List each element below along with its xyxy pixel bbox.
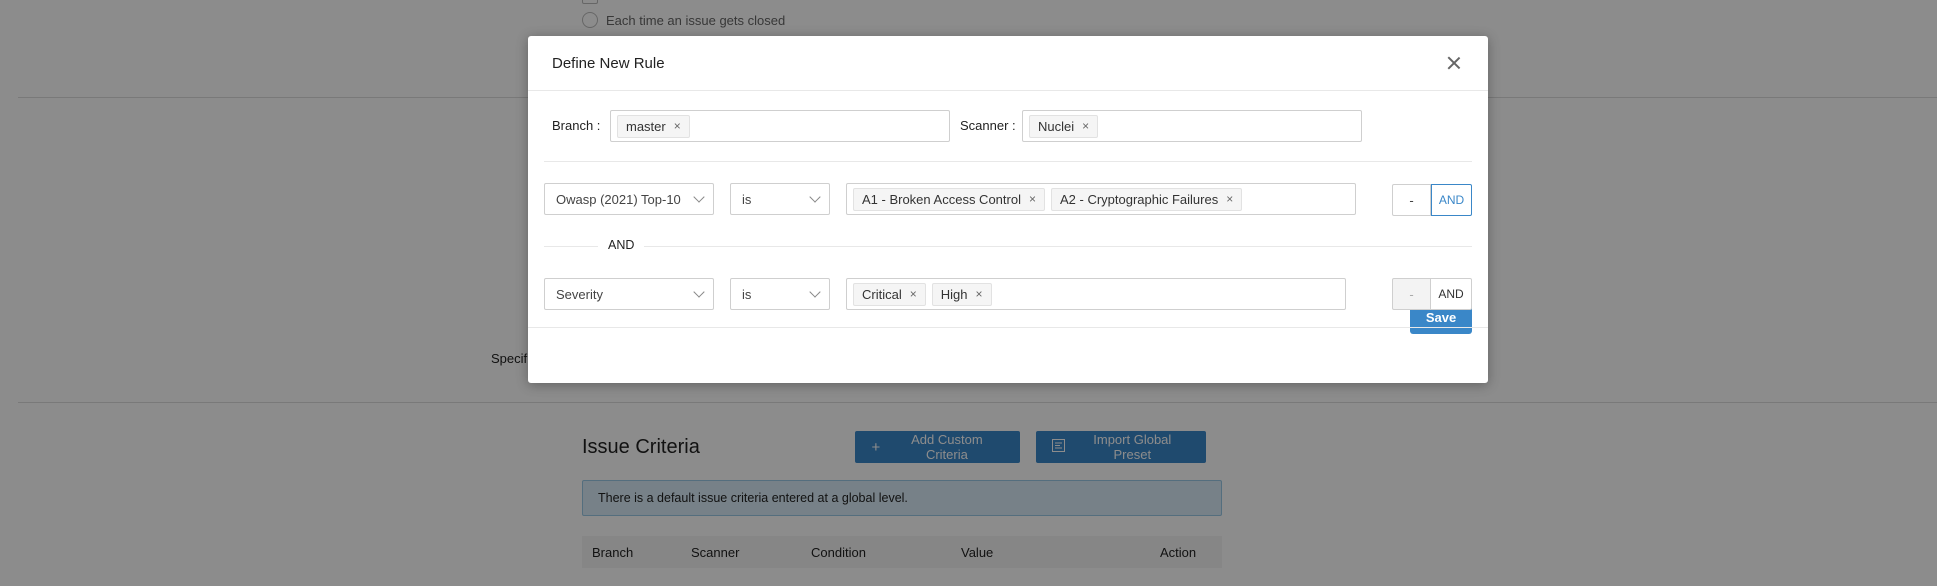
scanner-select[interactable]: Nuclei × bbox=[1022, 110, 1362, 142]
tag-label: A1 - Broken Access Control bbox=[862, 191, 1021, 207]
rule-values-select[interactable]: A1 - Broken Access Control × A2 - Crypto… bbox=[846, 183, 1356, 215]
tag-label: A2 - Cryptographic Failures bbox=[1059, 191, 1219, 207]
divider bbox=[544, 161, 1472, 162]
close-icon[interactable] bbox=[1444, 53, 1464, 73]
chevron-down-icon bbox=[809, 190, 821, 203]
chevron-down-icon bbox=[693, 285, 705, 298]
and-separator-line bbox=[544, 246, 1472, 247]
value-tag: High × bbox=[931, 282, 992, 306]
rule-field-select[interactable]: Owasp (2021) Top-10 bbox=[544, 183, 714, 215]
modal-title: Define New Rule bbox=[552, 54, 665, 72]
tag-label: Nuclei bbox=[1038, 118, 1075, 134]
select-value: is bbox=[742, 286, 752, 302]
select-value: Severity bbox=[556, 286, 603, 302]
and-separator-label: AND bbox=[598, 238, 645, 252]
branch-tag: master × bbox=[617, 114, 690, 138]
define-rule-modal: Define New Rule Branch : master × Scanne… bbox=[528, 36, 1488, 383]
tag-remove-icon[interactable]: × bbox=[910, 288, 917, 300]
value-tag: Critical × bbox=[853, 282, 926, 306]
remove-rule-button[interactable]: - bbox=[1392, 278, 1431, 310]
remove-rule-button[interactable]: - bbox=[1392, 184, 1431, 216]
chevron-down-icon bbox=[693, 190, 705, 203]
rule-operator-select[interactable]: is bbox=[730, 278, 830, 310]
chevron-down-icon bbox=[809, 285, 821, 298]
select-value: Owasp (2021) Top-10 bbox=[556, 191, 681, 207]
value-tag: A2 - Cryptographic Failures × bbox=[1050, 187, 1243, 211]
scanner-label: Scanner : bbox=[960, 118, 1016, 133]
tag-remove-icon[interactable]: × bbox=[674, 120, 681, 132]
select-value: is bbox=[742, 191, 752, 207]
tag-remove-icon[interactable]: × bbox=[1082, 120, 1089, 132]
scanner-tag: Nuclei × bbox=[1029, 114, 1099, 138]
and-button[interactable]: AND bbox=[1431, 184, 1472, 216]
rule-values-select[interactable]: Critical × High × bbox=[846, 278, 1346, 310]
tag-remove-icon[interactable]: × bbox=[1226, 193, 1233, 205]
rule-action-group: - AND bbox=[1392, 278, 1472, 310]
modal-body: Branch : master × Scanner : Nuclei × Owa… bbox=[528, 91, 1488, 328]
and-button[interactable]: AND bbox=[1431, 278, 1472, 310]
rule-field-select[interactable]: Severity bbox=[544, 278, 714, 310]
rule-operator-select[interactable]: is bbox=[730, 183, 830, 215]
branch-label: Branch : bbox=[552, 118, 601, 133]
value-tag: A1 - Broken Access Control × bbox=[853, 187, 1045, 211]
tag-label: Critical bbox=[862, 286, 902, 302]
modal-header: Define New Rule bbox=[528, 36, 1488, 91]
rule-action-group: - AND bbox=[1392, 184, 1472, 216]
tag-label: High bbox=[940, 286, 968, 302]
tag-remove-icon[interactable]: × bbox=[1029, 193, 1036, 205]
tag-label: master bbox=[626, 118, 666, 134]
branch-select[interactable]: master × bbox=[610, 110, 950, 142]
tag-remove-icon[interactable]: × bbox=[976, 288, 983, 300]
